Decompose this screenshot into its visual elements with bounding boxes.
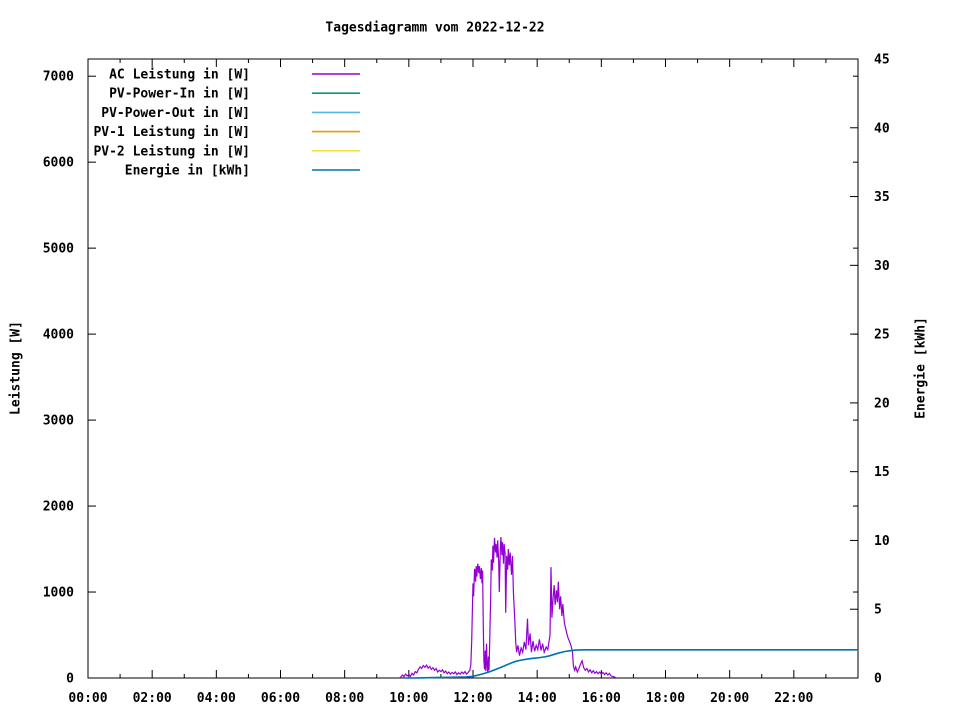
legend-item: AC Leistung in [W] <box>109 68 360 83</box>
y-left-tick-label: 3000 <box>43 414 74 429</box>
x-tick-label: 02:00 <box>133 691 172 706</box>
y-left-tick-label: 6000 <box>43 156 74 171</box>
x-tick-label: 10:00 <box>389 691 428 706</box>
x-tick-label: 04:00 <box>197 691 236 706</box>
legend-label: AC Leistung in [W] <box>109 68 250 83</box>
y-left-tick-label: 7000 <box>43 70 74 85</box>
x-tick-label: 16:00 <box>582 691 621 706</box>
y-left-tick-labels: 0 1000 2000 3000 4000 5000 6000 7000 <box>43 70 74 687</box>
legend-item: PV-2 Leistung in [W] <box>93 144 360 159</box>
legend-label: PV-2 Leistung in [W] <box>93 144 250 159</box>
series-line-ac-leistung-in-w- <box>398 536 617 679</box>
y-right-tick-label: 30 <box>874 259 890 274</box>
legend-item: PV-Power-Out in [W] <box>101 106 360 121</box>
y-left-tick-label: 5000 <box>43 242 74 257</box>
y-right-tick-label: 15 <box>874 465 890 480</box>
y-right-tick-labels: 0 5 10 15 20 25 30 35 40 45 <box>874 53 890 687</box>
x-tick-label: 20:00 <box>710 691 749 706</box>
legend-label: PV-Power-Out in [W] <box>101 106 250 121</box>
x-tick-labels: 00:00 02:00 04:00 06:00 08:00 10:00 12:00 14:00… <box>68 691 813 706</box>
legend-item: Energie in [kWh] <box>125 164 360 179</box>
y-right-tick-label: 40 <box>874 121 890 136</box>
y-right-tick-label: 10 <box>874 534 890 549</box>
plot-area: 00:00 02:00 04:00 06:00 08:00 10:00 12:00 14:00… <box>43 53 890 707</box>
legend-label: Energie in [kWh] <box>125 164 250 179</box>
y-right-tick-label: 0 <box>874 672 882 687</box>
legend: AC Leistung in [W] PV-Power-In in [W] PV-P… <box>93 68 360 179</box>
y-right-tick-label: 5 <box>874 603 882 618</box>
x-tick-label: 12:00 <box>453 691 492 706</box>
y-left-tick-label: 1000 <box>43 586 74 601</box>
x-tick-label: 22:00 <box>774 691 813 706</box>
x-tick-label: 08:00 <box>325 691 364 706</box>
y-left-tick-label: 4000 <box>43 328 74 343</box>
y-right-tick-label: 20 <box>874 396 890 411</box>
x-tick-label: 18:00 <box>646 691 685 706</box>
y-left-tick-label: 0 <box>66 672 74 687</box>
chart-window: Tagesdiagramm vom 2022-12-22 Leistung [W… <box>0 0 960 720</box>
y-right-tick-label: 25 <box>874 328 890 343</box>
y-left-tick-label: 2000 <box>43 500 74 515</box>
y-right-tick-label: 35 <box>874 190 890 205</box>
x-tick-label: 06:00 <box>261 691 300 706</box>
legend-item: PV-1 Leistung in [W] <box>93 125 360 140</box>
x-tick-label: 14:00 <box>518 691 557 706</box>
y-right-tick-label: 45 <box>874 53 890 68</box>
x-tick-label: 00:00 <box>68 691 107 706</box>
legend-label: PV-1 Leistung in [W] <box>93 125 250 140</box>
legend-item: PV-Power-In in [W] <box>109 87 360 102</box>
y-right-ticks <box>850 58 858 679</box>
legend-label: PV-Power-In in [W] <box>109 87 250 102</box>
